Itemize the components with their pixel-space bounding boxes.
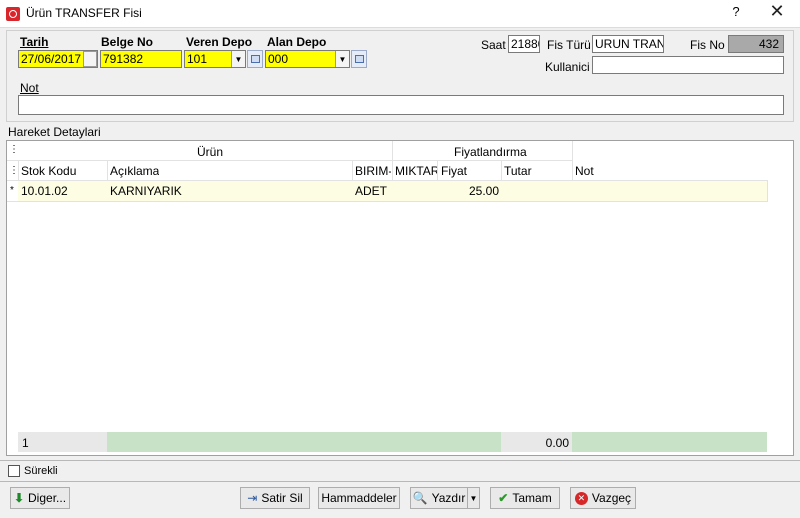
surekli-checkbox[interactable] bbox=[8, 465, 20, 477]
tamam-button-label: Tamam bbox=[512, 491, 552, 505]
col-header-fiyat[interactable]: Fiyat bbox=[441, 164, 467, 178]
not-label: Not bbox=[20, 81, 39, 95]
surekli-label: Sürekli bbox=[24, 465, 58, 477]
yazdir-button-label: Yazdır bbox=[431, 491, 466, 505]
arrow-down-icon: ⬇ bbox=[13, 491, 25, 505]
tamam-button[interactable]: ✔ Tamam bbox=[490, 487, 560, 509]
col-header-not[interactable]: Not bbox=[575, 164, 594, 178]
veren-depo-value: 101 bbox=[187, 52, 208, 66]
delete-row-icon: ⇥ bbox=[247, 491, 258, 505]
alan-depo-dropdown-icon[interactable]: ▼ bbox=[335, 51, 349, 67]
group-header-urun: Ürün bbox=[197, 145, 224, 159]
close-button[interactable]: ✕ bbox=[766, 1, 788, 22]
kullanici-label: Kullanici bbox=[545, 60, 590, 74]
vazgec-button[interactable]: ✕ Vazgeç bbox=[570, 487, 636, 509]
section-label: Hareket Detaylari bbox=[8, 125, 101, 139]
belge-no-label: Belge No bbox=[101, 35, 154, 49]
belge-no-field[interactable]: 791382 bbox=[100, 50, 182, 68]
satir-sil-button[interactable]: ⇥ Satir Sil bbox=[240, 487, 310, 509]
alan-depo-label: Alan Depo bbox=[267, 35, 327, 49]
cell-stok-kodu[interactable]: 10.01.02 bbox=[21, 184, 68, 198]
footer-count: 1 bbox=[22, 436, 29, 450]
satir-sil-button-label: Satir Sil bbox=[261, 491, 303, 505]
detail-grid[interactable]: ⋮ Ürün Fiyatlandırma ⋮ Stok Kodu Açıklam… bbox=[6, 140, 794, 456]
col-header-miktar[interactable]: MIKTAR bbox=[395, 164, 437, 178]
app-icon bbox=[6, 7, 20, 21]
vazgec-button-label: Vazgeç bbox=[591, 491, 632, 505]
alan-depo-lookup-icon[interactable] bbox=[351, 50, 367, 68]
fis-no-label: Fis No bbox=[690, 38, 725, 52]
diger-button[interactable]: ⬇ Diger... bbox=[10, 487, 70, 509]
kullanici-field[interactable] bbox=[592, 56, 784, 74]
fis-no-field: 432 bbox=[728, 35, 784, 53]
row-marker: * bbox=[10, 185, 14, 196]
footer-total: 0.00 bbox=[545, 436, 569, 450]
col-header-stok-kodu[interactable]: Stok Kodu bbox=[21, 164, 76, 178]
print-preview-icon: 🔍 bbox=[412, 491, 428, 505]
checkmark-icon: ✔ bbox=[498, 491, 509, 505]
hammaddeler-button[interactable]: Hammaddeler bbox=[318, 487, 400, 509]
hammaddeler-button-label: Hammaddeler bbox=[321, 491, 397, 505]
saat-label: Saat bbox=[481, 38, 506, 52]
window-title: Ürün TRANSFER Fisi bbox=[26, 6, 142, 20]
calendar-icon[interactable] bbox=[83, 51, 97, 67]
grid-line bbox=[7, 160, 573, 161]
cancel-icon: ✕ bbox=[574, 491, 588, 505]
col-header-tutar[interactable]: Tutar bbox=[504, 164, 532, 178]
tarih-label: Tarih bbox=[20, 35, 49, 49]
diger-button-label: Diger... bbox=[28, 491, 67, 505]
grid-footer bbox=[18, 432, 767, 452]
footer-count-cell bbox=[18, 432, 107, 452]
veren-depo-label: Veren Depo bbox=[186, 35, 253, 49]
group-header-fiyatlandirma: Fiyatlandırma bbox=[454, 145, 527, 159]
grid-line bbox=[767, 180, 768, 202]
alan-depo-value: 000 bbox=[268, 52, 289, 66]
grid-line bbox=[7, 201, 767, 202]
title-bar: Ürün TRANSFER Fisi ? ✕ bbox=[0, 0, 800, 28]
cell-birim[interactable]: ADET bbox=[355, 184, 387, 198]
yazdir-dropdown-button[interactable]: ▼ bbox=[467, 487, 480, 509]
veren-depo-lookup-icon[interactable] bbox=[247, 50, 263, 68]
col-header-birim[interactable]: BIRIM- bbox=[355, 164, 391, 178]
col-header-aciklama[interactable]: Açıklama bbox=[110, 164, 159, 178]
help-button[interactable]: ? bbox=[728, 4, 744, 19]
cell-fiyat[interactable]: 25.00 bbox=[439, 184, 499, 198]
fis-turu-field[interactable]: URUN TRAN bbox=[592, 35, 664, 53]
saat-field[interactable]: 21880 bbox=[508, 35, 540, 53]
veren-depo-dropdown-icon[interactable]: ▼ bbox=[231, 51, 245, 67]
yazdir-button[interactable]: 🔍 Yazdır bbox=[410, 487, 468, 509]
grid-menu-icon[interactable]: ⋮ bbox=[9, 144, 19, 155]
divider bbox=[0, 460, 800, 461]
divider bbox=[0, 481, 800, 482]
fis-turu-label: Fis Türü bbox=[547, 38, 591, 52]
not-field[interactable] bbox=[18, 95, 784, 115]
cell-aciklama[interactable]: KARNIYARIK bbox=[110, 184, 182, 198]
chevron-down-icon: ▼ bbox=[469, 493, 478, 503]
